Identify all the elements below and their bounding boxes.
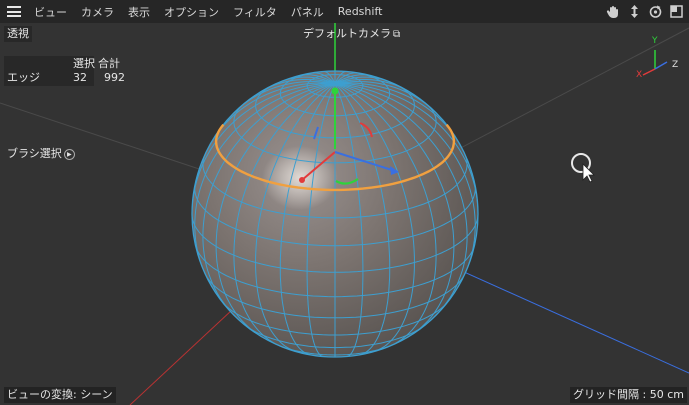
orbit-rotate-icon[interactable]	[647, 3, 664, 20]
selection-stats: 選択 合計 エッジ 32 992	[4, 56, 125, 86]
menu-panel[interactable]: パネル	[284, 4, 331, 20]
view-transform-label: ビューの変換: シーン	[4, 387, 116, 403]
viewport-navigation	[605, 3, 685, 20]
hand-pan-icon[interactable]	[605, 3, 622, 20]
mouse-cursor-icon	[571, 153, 595, 183]
stats-total-value: 992	[104, 71, 125, 84]
stats-header-total: 合計	[98, 57, 120, 70]
menu-options[interactable]: オプション	[157, 4, 226, 20]
axis-label-z: Z	[672, 60, 678, 70]
brush-selection-tool[interactable]: ブラシ選択 ▶	[4, 146, 78, 162]
stats-header-selected: 選択	[73, 57, 95, 70]
brush-selection-label: ブラシ選択	[7, 147, 62, 160]
stats-row-label: エッジ	[7, 71, 40, 84]
menu-camera[interactable]: カメラ	[74, 4, 121, 20]
camera-label[interactable]: デフォルトカメラ ⧉	[300, 26, 403, 43]
menu-filter[interactable]: フィルタ	[226, 4, 284, 20]
menu-view[interactable]: ビュー	[27, 4, 74, 20]
move-arrows-icon[interactable]	[626, 3, 643, 20]
axis-label-y: Y	[651, 36, 658, 46]
world-axis-widget: Y X Z	[636, 36, 678, 80]
3d-viewport[interactable]: Y X Z 透視 デフォルトカメラ ⧉ 選択 合計 エッジ 32 992 ブラシ…	[0, 23, 689, 405]
maximize-view-icon[interactable]	[668, 3, 685, 20]
brush-options-icon[interactable]: ▶	[63, 148, 75, 160]
hamburger-menu-icon[interactable]	[7, 6, 21, 17]
camera-link-icon[interactable]: ⧉	[393, 29, 400, 40]
grid-spacing-label: グリッド間隔 : 50 cm	[570, 387, 687, 403]
menu-bar: ビュー カメラ 表示 オプション フィルタ パネル Redshift	[0, 0, 689, 23]
camera-name: デフォルトカメラ	[303, 27, 391, 40]
axis-label-x: X	[636, 70, 642, 80]
stats-selected-value: 32	[73, 71, 87, 84]
menu-display[interactable]: 表示	[121, 4, 157, 20]
menu-redshift[interactable]: Redshift	[331, 5, 390, 18]
projection-label[interactable]: 透視	[4, 26, 32, 42]
